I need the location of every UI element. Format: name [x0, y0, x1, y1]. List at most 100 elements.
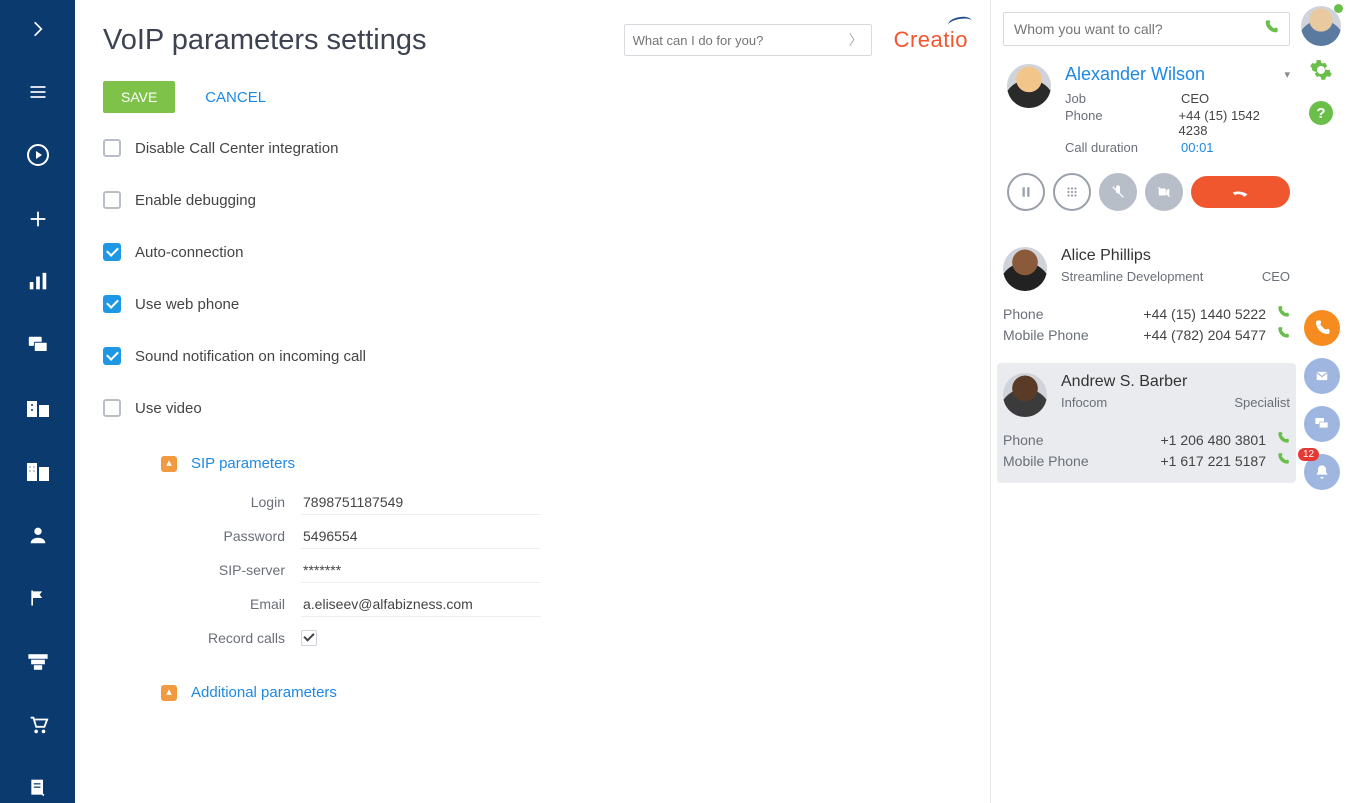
option-label: Use video — [135, 400, 202, 417]
cancel-button[interactable]: CANCEL — [205, 89, 266, 106]
contact-name: Andrew S. Barber — [1061, 373, 1290, 391]
hangup-button[interactable] — [1191, 176, 1290, 208]
presence-indicator-icon — [1334, 4, 1343, 13]
phone-row: Phone +44 (15) 1440 5222 — [1003, 305, 1290, 322]
analytics-icon[interactable] — [18, 267, 58, 296]
top-right-tools: ? — [1298, 6, 1344, 125]
sip-server-row: SIP-server — [161, 554, 968, 586]
caret-up-icon: ▴ — [161, 456, 177, 472]
active-call-details: JobCEO Phone+44 (15) 1542 4238 Call dura… — [1065, 91, 1290, 155]
dialpad-button[interactable] — [1053, 173, 1091, 211]
page-title: VoIP parameters settings — [103, 24, 426, 57]
option-auto-connection[interactable]: Auto-connection — [103, 243, 968, 261]
caret-up-icon: ▴ — [161, 685, 177, 701]
buildings-icon[interactable] — [18, 457, 58, 486]
chat-icon[interactable] — [18, 331, 58, 360]
contact-company: Infocom — [1061, 395, 1107, 410]
field-label: Record calls — [161, 630, 301, 646]
sip-section-toggle[interactable]: ▴ SIP parameters — [161, 455, 968, 472]
side-fab-column: 12 — [1304, 310, 1340, 490]
page-header: VoIP parameters settings 〉 Creatio — [103, 24, 968, 57]
menu-icon[interactable] — [18, 77, 58, 106]
funnel-icon[interactable] — [18, 647, 58, 676]
sip-password-input[interactable] — [301, 524, 541, 549]
sip-record-row: Record calls — [161, 622, 968, 654]
call-search-input[interactable] — [1014, 21, 1263, 37]
phone-row: Phone +1 206 480 3801 — [1003, 431, 1290, 448]
option-use-video[interactable]: Use video — [103, 399, 968, 417]
left-rail — [0, 0, 75, 803]
checkbox[interactable] — [103, 399, 121, 417]
checkbox[interactable] — [103, 295, 121, 313]
call-search[interactable] — [1003, 12, 1290, 46]
video-off-button[interactable] — [1145, 173, 1183, 211]
settings-page: VoIP parameters settings 〉 Creatio SAVE … — [75, 0, 990, 803]
contact-role: Specialist — [1234, 395, 1290, 410]
additional-section-toggle[interactable]: ▴ Additional parameters — [161, 684, 968, 701]
expand-icon[interactable] — [18, 14, 58, 43]
option-sound-notification[interactable]: Sound notification on incoming call — [103, 347, 968, 365]
phone-icon[interactable] — [1263, 19, 1279, 40]
hold-button[interactable] — [1007, 173, 1045, 211]
phone-row: Mobile Phone +1 617 221 5187 — [1003, 452, 1290, 469]
active-call: Alexander Wilson ▾ JobCEO Phone+44 (15) … — [991, 46, 1346, 169]
document-icon[interactable] — [18, 774, 58, 803]
sip-section-title: SIP parameters — [191, 455, 295, 472]
avatar — [1007, 64, 1051, 108]
save-button[interactable]: SAVE — [103, 81, 175, 113]
field-label: Password — [161, 528, 301, 544]
dial-icon[interactable] — [1276, 326, 1290, 343]
checkbox[interactable] — [103, 347, 121, 365]
sip-email-row: Email — [161, 588, 968, 620]
record-calls-checkbox[interactable] — [301, 630, 317, 646]
option-disable-call-center[interactable]: Disable Call Center integration — [103, 139, 968, 157]
field-label: Login — [161, 494, 301, 510]
checkbox[interactable] — [103, 139, 121, 157]
call-controls — [991, 169, 1346, 237]
sip-server-input[interactable] — [301, 558, 541, 583]
command-search[interactable]: 〉 — [624, 24, 872, 56]
main-area: VoIP parameters settings 〉 Creatio SAVE … — [75, 0, 1346, 803]
contact-card[interactable]: Alice Phillips Streamline Development CE… — [991, 237, 1346, 357]
flag-icon[interactable] — [18, 584, 58, 613]
dial-icon[interactable] — [1276, 305, 1290, 322]
cti-panel: Alexander Wilson ▾ JobCEO Phone+44 (15) … — [990, 0, 1346, 803]
additional-section-title: Additional parameters — [191, 684, 337, 701]
chat-fab[interactable] — [1304, 406, 1340, 442]
help-icon[interactable]: ? — [1309, 101, 1333, 125]
mute-button[interactable] — [1099, 173, 1137, 211]
checkbox[interactable] — [103, 243, 121, 261]
phone-fab[interactable] — [1304, 310, 1340, 346]
play-icon[interactable] — [18, 141, 58, 170]
current-user-avatar[interactable] — [1301, 6, 1341, 46]
avatar — [1003, 373, 1047, 417]
field-label: SIP-server — [161, 562, 301, 578]
contact-card-selected[interactable]: Andrew S. Barber Infocom Specialist Phon… — [997, 363, 1296, 483]
command-search-input[interactable] — [633, 33, 849, 48]
option-label: Use web phone — [135, 296, 239, 313]
avatar — [1003, 247, 1047, 291]
field-label: Email — [161, 596, 301, 612]
gear-icon[interactable] — [1309, 58, 1333, 89]
sip-section: ▴ SIP parameters Login Password SIP-serv… — [161, 455, 968, 654]
mail-fab[interactable] — [1304, 358, 1340, 394]
dial-icon[interactable] — [1276, 431, 1290, 448]
option-label: Auto-connection — [135, 244, 243, 261]
option-use-web-phone[interactable]: Use web phone — [103, 295, 968, 313]
dial-icon[interactable] — [1276, 452, 1290, 469]
active-contact-name[interactable]: Alexander Wilson ▾ — [1065, 64, 1290, 85]
add-icon[interactable] — [18, 204, 58, 233]
action-bar: SAVE CANCEL — [103, 81, 968, 113]
user-icon[interactable] — [18, 521, 58, 550]
sip-login-input[interactable] — [301, 490, 541, 515]
option-label: Sound notification on incoming call — [135, 348, 366, 365]
accounts-icon[interactable] — [18, 394, 58, 423]
option-enable-debugging[interactable]: Enable debugging — [103, 191, 968, 209]
sip-email-input[interactable] — [301, 592, 541, 617]
phone-row: Mobile Phone +44 (782) 204 5477 — [1003, 326, 1290, 343]
checkbox[interactable] — [103, 191, 121, 209]
caret-down-icon[interactable]: ▾ — [1284, 68, 1290, 81]
chevron-right-icon[interactable]: 〉 — [849, 30, 863, 50]
cart-icon[interactable] — [18, 710, 58, 739]
notifications-fab[interactable]: 12 — [1304, 454, 1340, 490]
